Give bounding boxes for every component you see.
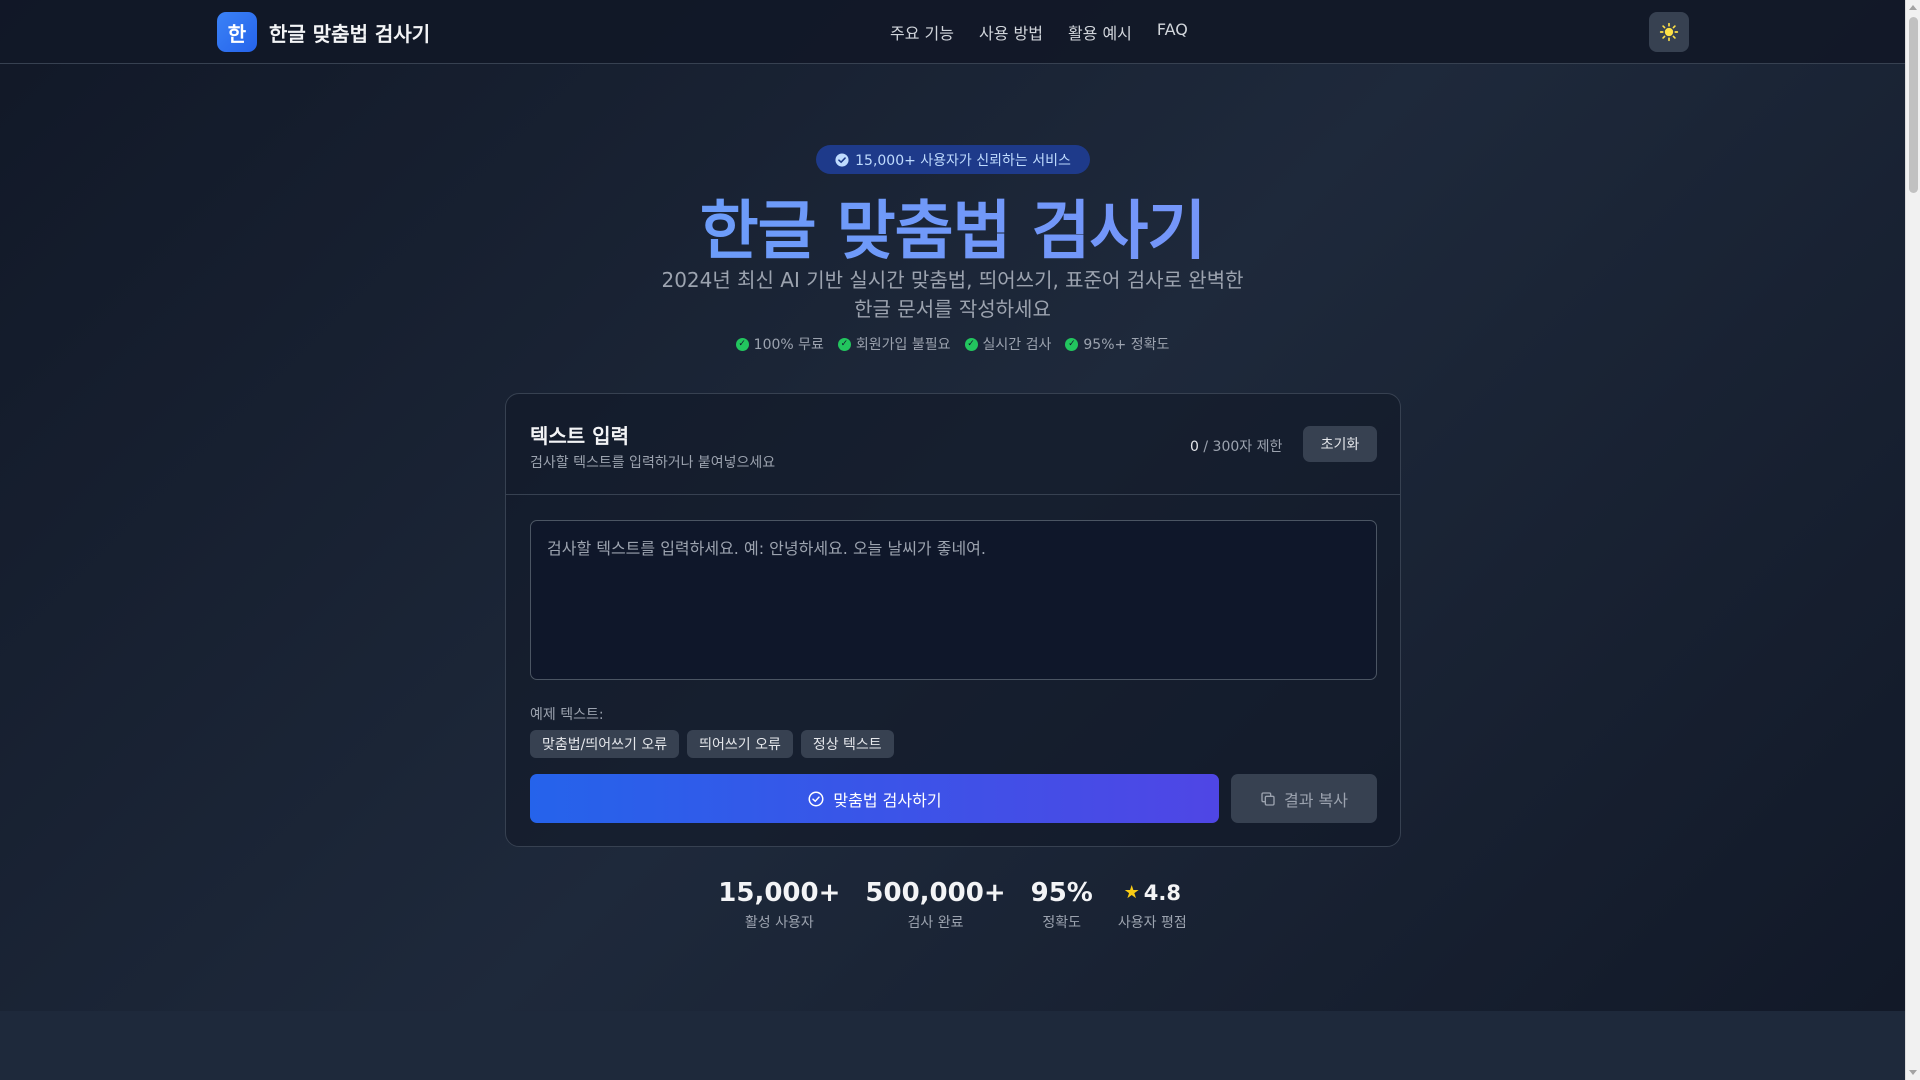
stat-label: 활성 사용자 bbox=[744, 915, 814, 931]
star-icon: ★ bbox=[1123, 882, 1140, 903]
copy-result-button[interactable]: 결과 복사 bbox=[1231, 774, 1377, 823]
hero-subtitle: 2024년 최신 AI 기반 실시간 맞춤법, 띄어쓰기, 표준어 검사로 완벽… bbox=[661, 268, 1244, 321]
stat-label: 사용자 평점 bbox=[1117, 915, 1187, 931]
card-header: 텍스트 입력 검사할 텍스트를 입력하거나 붙여넣으세요 0 / 300자 제한… bbox=[506, 394, 1400, 495]
logo[interactable]: 한 bbox=[217, 12, 257, 52]
stat-label: 정확도 bbox=[1042, 915, 1082, 931]
site-header: 한 한글 맞춤법 검사기 주요 기능 사용 방법 활용 예시 FAQ bbox=[0, 0, 1905, 64]
text-input[interactable] bbox=[530, 520, 1377, 680]
hero-title: 한글 맞춤법 검사기 bbox=[0, 180, 1905, 272]
example-chip-spacing[interactable]: 띄어쓰기 오류 bbox=[687, 730, 793, 758]
copy-result-label: 결과 복사 bbox=[1284, 790, 1348, 810]
stat-rating: ★ 4.8 사용자 평점 bbox=[1118, 876, 1187, 932]
copy-icon bbox=[1261, 791, 1275, 806]
stats-row: 15,000+ 활성 사용자 500,000+ 검사 완료 95% 정확도 ★ … bbox=[0, 876, 1905, 932]
feature-list: ✓ 100% 무료 ✓ 회원가입 불필요 ✓ 실시간 검사 ✓ 95%+ 정확도 bbox=[0, 334, 1905, 354]
scroll-down-icon[interactable] bbox=[1909, 1070, 1917, 1075]
main-nav: 주요 기능 사용 방법 활용 예시 FAQ bbox=[890, 20, 1188, 44]
card-title: 텍스트 입력 bbox=[530, 424, 629, 448]
check-icon: ✓ bbox=[964, 337, 978, 351]
feature-item: ✓ 회원가입 불필요 bbox=[837, 334, 951, 354]
example-chips: 맞춤법/띄어쓰기 오류 띄어쓰기 오류 정상 텍스트 bbox=[530, 730, 894, 758]
nav-how-to[interactable]: 사용 방법 bbox=[979, 20, 1043, 44]
example-chip-normal[interactable]: 정상 텍스트 bbox=[800, 730, 894, 758]
next-section bbox=[0, 1011, 1905, 1080]
card-description: 검사할 텍스트를 입력하거나 붙여넣으세요 bbox=[530, 455, 776, 471]
spell-check-label: 맞춤법 검사하기 bbox=[833, 790, 942, 810]
stat-value: 500,000+ bbox=[865, 878, 1006, 908]
brand-name[interactable]: 한글 맞춤법 검사기 bbox=[269, 18, 430, 47]
feature-label: 95%+ 정확도 bbox=[1083, 337, 1170, 353]
stat-value: ★ 4.8 bbox=[1118, 876, 1187, 910]
stat-label: 검사 완료 bbox=[907, 915, 964, 931]
scroll-thumb[interactable] bbox=[1909, 17, 1918, 193]
trust-badge: 15,000+ 사용자가 신뢰하는 서비스 bbox=[816, 145, 1090, 174]
feature-label: 회원가입 불필요 bbox=[855, 337, 951, 353]
check-circle-icon bbox=[808, 791, 824, 806]
scrollbar[interactable] bbox=[1905, 0, 1920, 1080]
feature-label: 실시간 검사 bbox=[982, 337, 1052, 353]
reset-button[interactable]: 초기화 bbox=[1303, 426, 1377, 462]
feature-item: ✓ 95%+ 정확도 bbox=[1065, 334, 1169, 354]
spell-check-button[interactable]: 맞춤법 검사하기 bbox=[530, 774, 1219, 823]
char-counter: 0 / 300자 제한 bbox=[1190, 436, 1282, 456]
char-limit: / 300자 제한 bbox=[1203, 439, 1283, 455]
feature-label: 100% 무료 bbox=[753, 337, 824, 353]
stat-checks: 500,000+ 검사 완료 bbox=[865, 876, 1005, 932]
check-icon: ✓ bbox=[837, 337, 851, 351]
feature-item: ✓ 실시간 검사 bbox=[964, 334, 1052, 354]
theme-toggle-button[interactable] bbox=[1649, 12, 1689, 52]
example-chip-spelling[interactable]: 맞춤법/띄어쓰기 오류 bbox=[530, 730, 680, 758]
examples-label: 예제 텍스트: bbox=[530, 707, 604, 723]
rating-value: 4.8 bbox=[1143, 881, 1181, 905]
text-input-card: 텍스트 입력 검사할 텍스트를 입력하거나 붙여넣으세요 0 / 300자 제한… bbox=[505, 393, 1401, 847]
nav-examples[interactable]: 활용 예시 bbox=[1068, 20, 1132, 44]
stat-value: 95% bbox=[1030, 878, 1093, 908]
char-count-value: 0 bbox=[1190, 439, 1199, 455]
trust-badge-text: 15,000+ 사용자가 신뢰하는 서비스 bbox=[855, 152, 1071, 169]
nav-features[interactable]: 주요 기능 bbox=[890, 20, 954, 44]
stat-accuracy: 95% 정확도 bbox=[1031, 876, 1093, 932]
check-circle-icon bbox=[835, 152, 849, 167]
nav-faq[interactable]: FAQ bbox=[1157, 20, 1188, 44]
feature-item: ✓ 100% 무료 bbox=[735, 334, 824, 354]
scroll-up-icon[interactable] bbox=[1909, 5, 1917, 10]
check-icon: ✓ bbox=[735, 337, 749, 351]
check-icon: ✓ bbox=[1065, 337, 1079, 351]
sun-icon bbox=[1659, 22, 1679, 42]
stat-value: 15,000+ bbox=[718, 878, 841, 908]
stat-users: 15,000+ 활성 사용자 bbox=[718, 876, 840, 932]
